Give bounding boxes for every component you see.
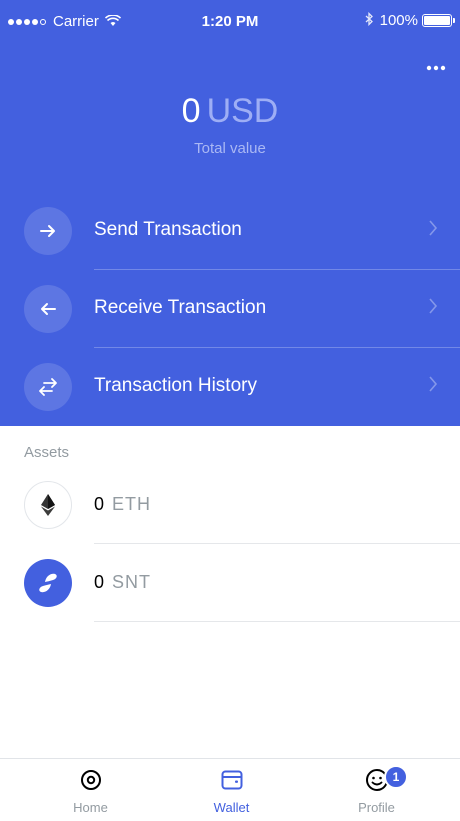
receive-transaction-label: Receive Transaction [94, 297, 267, 318]
tab-home-label: Home [73, 800, 108, 815]
asset-amount: 0 [94, 494, 105, 514]
receive-transaction-button[interactable]: Receive Transaction [0, 270, 460, 348]
transaction-history-button[interactable]: Transaction History [0, 348, 460, 426]
chevron-right-icon [428, 294, 438, 322]
chevron-right-icon [428, 372, 438, 400]
balance-currency: USD [206, 92, 279, 130]
home-icon [14, 767, 167, 793]
balance-label: Total value [194, 140, 266, 157]
ethereum-icon [24, 481, 72, 529]
status-bar: Carrier 1:20 PM 100% [0, 0, 460, 44]
battery-percentage: 100% [379, 12, 418, 29]
send-transaction-button[interactable]: Send Transaction [0, 192, 460, 270]
balance-amount: 0 [181, 92, 201, 130]
bluetooth-icon [365, 11, 374, 29]
total-balance: 0 USD [0, 92, 460, 131]
arrow-right-icon [24, 207, 72, 255]
tab-wallet[interactable]: Wallet [155, 759, 308, 821]
tab-profile[interactable]: 1 Profile [300, 759, 453, 821]
chevron-right-icon [428, 216, 438, 244]
send-transaction-label: Send Transaction [94, 219, 242, 240]
wallet-header: 0 USD Total value Send Transaction Receiv… [0, 44, 460, 426]
status-network-icon [24, 559, 72, 607]
profile-icon [300, 767, 453, 793]
swap-arrows-icon [24, 363, 72, 411]
bottom-tab-bar: Home Wallet 1 Profile [0, 758, 460, 821]
battery-group: 100% [365, 11, 455, 29]
tab-home[interactable]: Home [14, 759, 167, 821]
transaction-history-label: Transaction History [94, 375, 257, 396]
battery-icon [422, 14, 455, 27]
divider [94, 621, 460, 622]
wallet-screen: Carrier 1:20 PM 100% 0 USD Total value S… [0, 0, 460, 821]
assets-heading: Assets [24, 444, 70, 461]
arrow-left-icon [24, 285, 72, 333]
tab-profile-label: Profile [358, 800, 395, 815]
asset-symbol: ETH [112, 494, 151, 514]
more-icon[interactable] [426, 56, 446, 72]
asset-amount: 0 [94, 572, 105, 592]
notification-badge: 1 [384, 765, 408, 789]
asset-row-eth[interactable]: 0 ETH [0, 466, 460, 544]
tab-wallet-label: Wallet [213, 800, 250, 815]
asset-symbol: SNT [112, 572, 151, 592]
wallet-icon [155, 767, 308, 793]
asset-row-snt[interactable]: 0 SNT [0, 544, 460, 622]
